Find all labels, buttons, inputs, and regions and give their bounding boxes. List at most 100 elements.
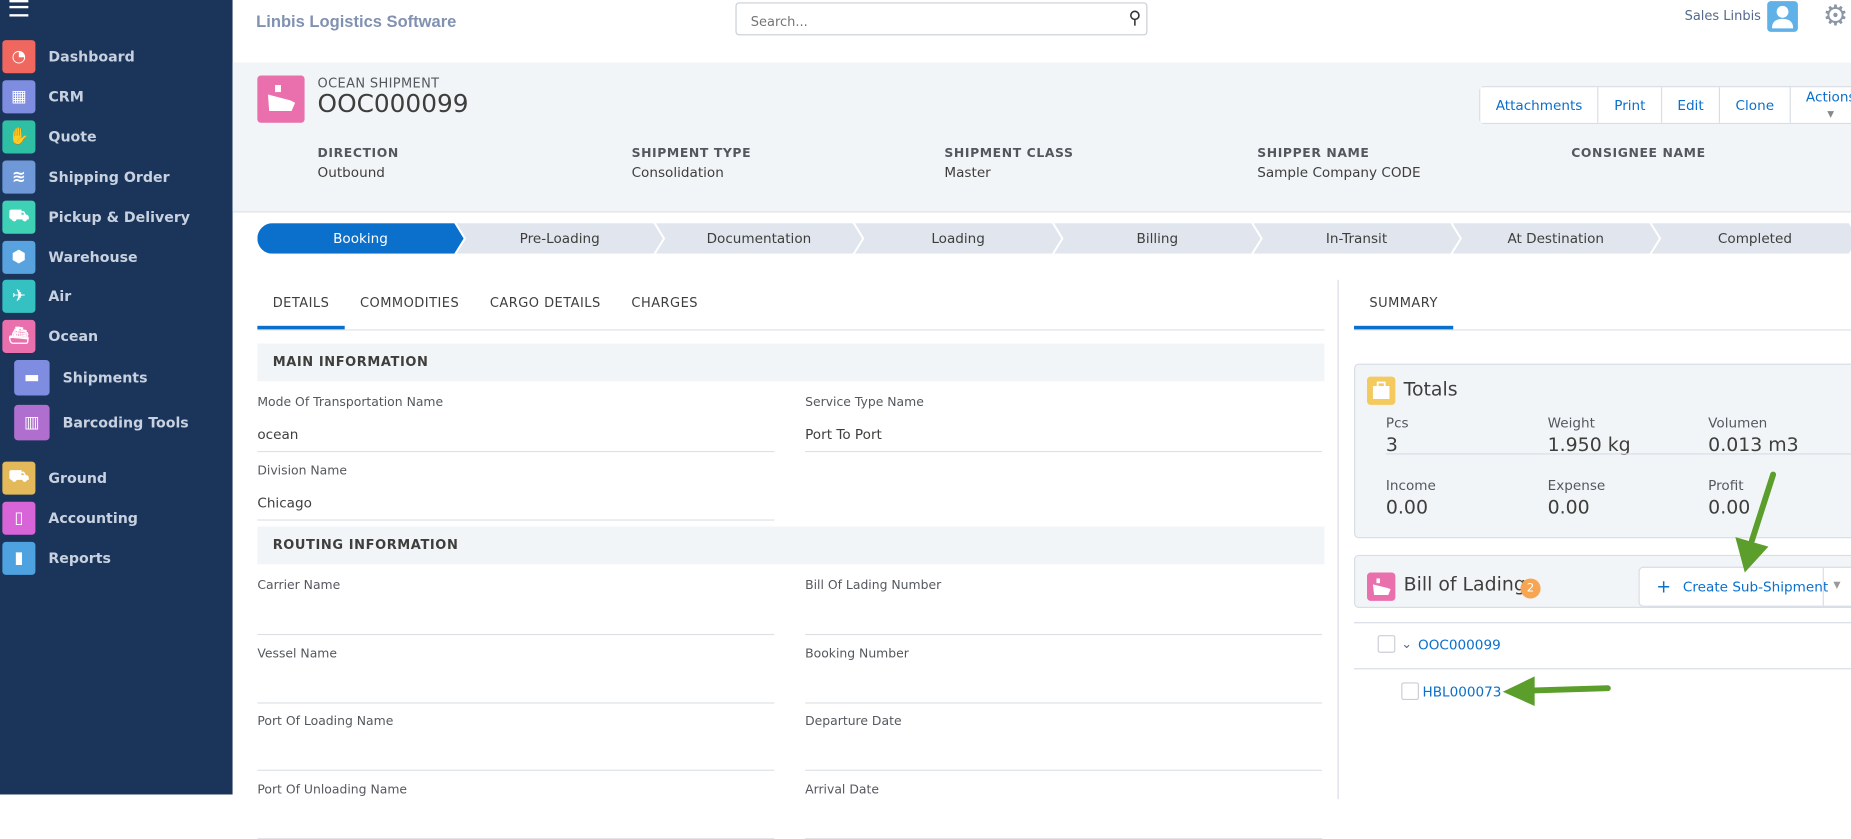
path-step-loading[interactable]: Loading <box>855 223 1061 254</box>
user-name[interactable]: Sales Linbis <box>1685 8 1761 23</box>
sidebar-item-shipping-order[interactable]: ≋ Shipping Order <box>2 160 170 194</box>
header-field-label: DIRECTION <box>317 146 399 161</box>
attachments-button[interactable]: Attachments <box>1480 87 1598 123</box>
chevron-down-icon[interactable]: ⌄ <box>1401 636 1412 651</box>
tab-summary[interactable]: SUMMARY <box>1354 280 1454 330</box>
sidebar-item-barcoding-tools[interactable]: ▥ Barcoding Tools <box>14 404 189 441</box>
sidebar-item-label: Shipping Order <box>48 168 170 186</box>
tab-charges[interactable]: CHARGES <box>616 280 713 326</box>
field-label: Carrier Name <box>257 578 341 593</box>
search-box[interactable]: ⚲ <box>735 2 1148 36</box>
field-label: Service Type Name <box>805 395 924 410</box>
truck-icon: ⛟ <box>2 461 36 495</box>
sidebar-item-label: Ground <box>48 469 108 487</box>
form-field: Booking Number <box>805 635 1323 703</box>
header-field-value: Consolidation <box>631 164 724 181</box>
path-step-in-transit[interactable]: In-Transit <box>1253 223 1459 254</box>
handshake-icon: ✋ <box>2 120 36 154</box>
sidebar: ◔ Dashboard ▦ CRM ✋ Quote ≋ Shipping Order ⛟ Pick… <box>0 0 233 795</box>
sidebar-item-ground[interactable]: ⛟ Ground <box>2 461 108 495</box>
clone-button[interactable]: Clone <box>1719 87 1790 123</box>
plane-icon: ✈ <box>2 279 36 313</box>
sidebar-item-label: Dashboard <box>48 48 135 65</box>
path-step-documentation[interactable]: Documentation <box>656 223 862 254</box>
path-step-completed[interactable]: Completed <box>1652 223 1851 254</box>
action-buttons: Attachments Print Edit Clone Actions ▾ <box>1479 86 1851 124</box>
avatar[interactable] <box>1767 1 1798 32</box>
form-field: Mode Of Transportation Name ocean <box>257 384 775 453</box>
box-icon: ⬢ <box>2 240 36 274</box>
sidebar-item-air[interactable]: ✈ Air <box>2 279 71 313</box>
sidebar-item-label: CRM <box>48 88 84 106</box>
actions-dropdown[interactable]: Actions ▾ <box>1789 87 1851 123</box>
sidebar-item-label: Ocean <box>48 328 99 345</box>
divider <box>1385 453 1851 455</box>
sidebar-item-reports[interactable]: ▮ Reports <box>2 541 111 575</box>
sidebar-item-dashboard[interactable]: ◔ Dashboard <box>2 40 135 74</box>
bol-link[interactable]: OOC000099 <box>1418 636 1501 653</box>
sidebar-item-ocean[interactable]: ⛴ Ocean <box>2 319 99 353</box>
tab-cargo-details[interactable]: CARGO DETAILS <box>475 280 617 326</box>
book-icon: ▯ <box>2 501 36 535</box>
header-field-value: Sample Company CODE <box>1257 164 1421 181</box>
totals-title: Totals <box>1403 377 1458 401</box>
path-step-booking[interactable]: Booking <box>257 223 463 254</box>
field-value[interactable]: Chicago <box>257 494 312 511</box>
building-icon: ▦ <box>2 80 36 114</box>
sidebar-item-label: Warehouse <box>48 249 138 266</box>
edit-button[interactable]: Edit <box>1660 87 1720 123</box>
header-field-value: Master <box>944 164 991 181</box>
search-input[interactable] <box>748 12 1108 31</box>
record-number: OOC000099 <box>317 89 469 119</box>
form-field: Departure Date <box>805 702 1323 771</box>
field-label: Arrival Date <box>805 782 879 797</box>
menu-icon[interactable] <box>9 0 29 17</box>
sidebar-item-label: Accounting <box>48 509 138 527</box>
row-checkbox[interactable] <box>1401 682 1419 701</box>
form-field: Bill Of Lading Number <box>805 567 1323 636</box>
summary-tabs: SUMMARY <box>1354 280 1851 331</box>
sidebar-item-shipments[interactable]: ▬ Shipments <box>14 360 148 396</box>
create-sub-shipment-button[interactable]: Create Sub-Shipment <box>1683 578 1828 595</box>
layers-icon: ≋ <box>2 160 36 194</box>
field-value[interactable]: ocean <box>257 426 298 443</box>
header-field-label: CONSIGNEE NAME <box>1571 146 1706 161</box>
divider <box>1354 668 1851 670</box>
ship-icon <box>257 75 305 123</box>
total-value: 1.950 kg <box>1547 433 1631 456</box>
path-step-pre-loading[interactable]: Pre-Loading <box>457 223 663 254</box>
record-type: OCEAN SHIPMENT <box>317 75 440 91</box>
form-field: Port Of Loading Name <box>257 702 775 771</box>
sidebar-item-accounting[interactable]: ▯ Accounting <box>2 501 138 535</box>
tab-commodities[interactable]: COMMODITIES <box>345 280 475 326</box>
bol-link[interactable]: HBL000073 <box>1423 683 1502 700</box>
caret-down-icon[interactable]: ▾ <box>1833 576 1840 593</box>
sidebar-item-label: Barcoding Tools <box>62 414 189 431</box>
create-sub-shipment-group: + Create Sub-Shipment ▾ <box>1638 566 1851 607</box>
sidebar-item-warehouse[interactable]: ⬢ Warehouse <box>2 240 138 274</box>
gear-icon[interactable]: ⚙ <box>1823 0 1848 32</box>
field-label: Departure Date <box>805 714 902 729</box>
search-icon[interactable]: ⚲ <box>1129 7 1142 28</box>
plus-icon[interactable]: + <box>1656 576 1671 597</box>
sidebar-item-label: Reports <box>48 550 111 567</box>
row-checkbox[interactable] <box>1377 635 1396 653</box>
divider <box>1354 622 1851 624</box>
path-step-at-destination[interactable]: At Destination <box>1453 223 1659 254</box>
sidebar-item-pickup-delivery[interactable]: ⛟ Pickup & Delivery <box>2 200 190 234</box>
field-value[interactable]: Port To Port <box>805 426 882 443</box>
print-button[interactable]: Print <box>1597 87 1661 123</box>
form-field: Arrival Date <box>805 770 1323 839</box>
sidebar-item-quote[interactable]: ✋ Quote <box>2 120 97 154</box>
total-value: 0.00 <box>1547 495 1590 519</box>
sidebar-item-label: Shipments <box>62 369 148 387</box>
sidebar-item-crm[interactable]: ▦ CRM <box>2 80 84 114</box>
form-field: Service Type Name Port To Port <box>805 384 1323 453</box>
folder-icon: ▬ <box>14 360 50 396</box>
sidebar-item-label: Quote <box>48 128 97 146</box>
tab-details[interactable]: DETAILS <box>257 280 345 330</box>
path-step-billing[interactable]: Billing <box>1054 223 1260 254</box>
actions-label: Actions <box>1805 88 1851 106</box>
header-field-value: Outbound <box>317 164 385 181</box>
ship-icon: ⛴ <box>2 319 36 353</box>
